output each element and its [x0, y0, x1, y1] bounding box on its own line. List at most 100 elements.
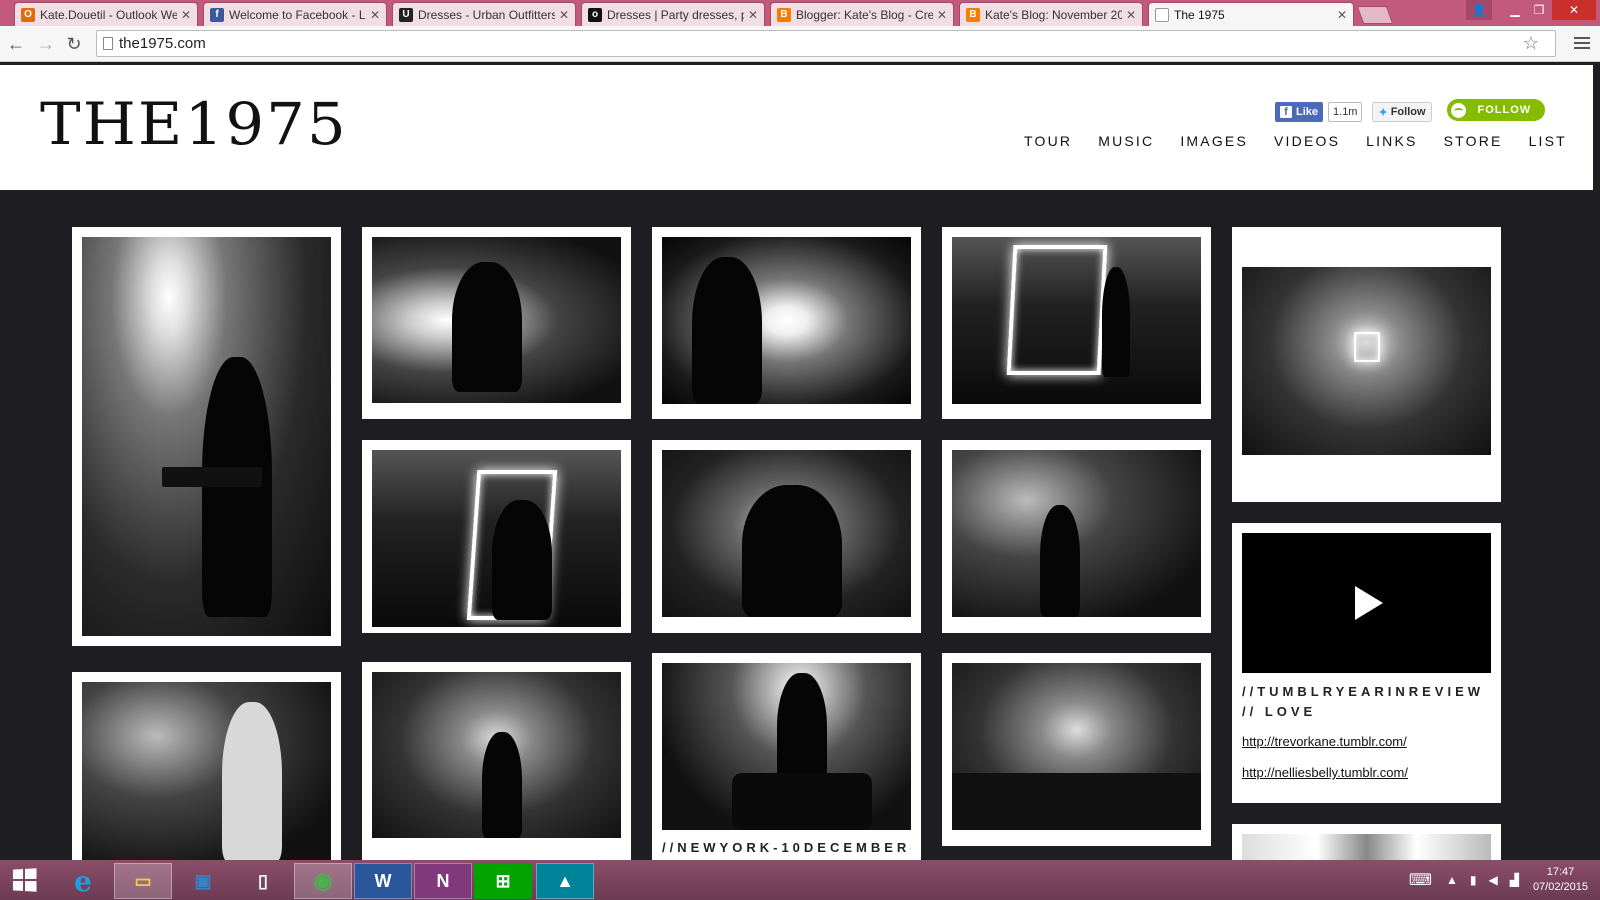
photo-post[interactable]: [652, 440, 921, 633]
photo-post[interactable]: [1232, 824, 1501, 860]
tab-outlook[interactable]: O Kate.Douetil - Outlook We ✕: [14, 2, 198, 26]
concert-photo[interactable]: [662, 663, 911, 830]
nav-music[interactable]: MUSIC: [1098, 133, 1154, 149]
user-icon[interactable]: 👤: [1466, 0, 1492, 20]
tab-title: Welcome to Facebook - Lo: [229, 7, 366, 22]
post-link-trevorkane[interactable]: http://trevorkane.tumblr.com/: [1242, 734, 1491, 749]
tab-title: Dresses | Party dresses, pro: [607, 7, 744, 22]
windows-taskbar: e ▭ ▣ ▯ ◉ W N ⊞ ▲ ⌨ ▲ ▮ ◀ ▟ 17:47 07/02/…: [0, 860, 1600, 900]
spotify-follow-button[interactable]: FOLLOW: [1446, 99, 1546, 121]
post-link-nelliesbelly[interactable]: http://nelliesbelly.tumblr.com/: [1242, 765, 1491, 780]
twitter-follow-button[interactable]: ✦ Follow: [1372, 102, 1432, 122]
nav-links[interactable]: LINKS: [1366, 133, 1417, 149]
concert-photo[interactable]: [82, 682, 331, 860]
url-text: the1975.com: [119, 35, 206, 52]
restore-button[interactable]: ❐: [1526, 0, 1552, 20]
tab-title: Dresses - Urban Outfitters: [418, 7, 555, 22]
concert-photo[interactable]: [952, 237, 1201, 404]
onenote-icon[interactable]: N: [414, 863, 472, 899]
close-window-button[interactable]: ✕: [1552, 0, 1596, 20]
facebook-icon: f: [1280, 106, 1292, 118]
minimize-button[interactable]: ▁: [1502, 0, 1528, 20]
concert-photo[interactable]: [82, 237, 331, 636]
back-button[interactable]: ←: [4, 32, 28, 56]
nav-tour[interactable]: TOUR: [1024, 133, 1072, 149]
photo-post[interactable]: [72, 227, 341, 646]
close-icon[interactable]: ✕: [937, 8, 947, 22]
browser-toolbar: ← → ↻ the1975.com ☆: [0, 26, 1600, 62]
close-icon[interactable]: ✕: [181, 8, 191, 22]
asos-icon: o: [588, 7, 602, 22]
concert-photo[interactable]: [662, 237, 911, 404]
concert-photo[interactable]: [372, 237, 621, 403]
reload-button[interactable]: ↻: [62, 32, 86, 56]
close-icon[interactable]: ✕: [1337, 8, 1347, 22]
nav-list[interactable]: LIST: [1529, 133, 1567, 149]
tab-asos[interactable]: o Dresses | Party dresses, pro ✕: [581, 2, 765, 26]
volume-icon[interactable]: ◀: [1488, 873, 1497, 887]
site-logo[interactable]: THE1975: [40, 95, 348, 153]
video-post[interactable]: //TUMBLRYEARINREVIEW // LOVE http://trev…: [1232, 523, 1501, 803]
photo-post[interactable]: [362, 227, 631, 419]
arena-photo[interactable]: [1242, 267, 1491, 455]
photo-post[interactable]: [1232, 227, 1501, 502]
tab-the-1975[interactable]: The 1975 ✕: [1148, 2, 1354, 26]
tab-facebook[interactable]: f Welcome to Facebook - Lo ✕: [203, 2, 387, 26]
facebook-icon: f: [210, 7, 224, 22]
tab-title: The 1975: [1174, 7, 1225, 22]
photo-gallery: //NEWYORK-10DECEMBER-T //TUMBLRYEARINREV…: [0, 190, 1593, 860]
blogger-icon: B: [777, 7, 791, 22]
photo-post[interactable]: [362, 440, 631, 633]
photo-post[interactable]: [942, 227, 1211, 419]
tab-title: Kate.Douetil - Outlook We: [40, 7, 177, 22]
windows-start-icon[interactable]: [12, 868, 37, 892]
close-icon[interactable]: ✕: [559, 8, 569, 22]
nav-store[interactable]: STORE: [1444, 133, 1503, 149]
photo-post[interactable]: [942, 653, 1211, 846]
close-icon[interactable]: ✕: [1126, 8, 1136, 22]
facebook-like-button[interactable]: f Like: [1275, 102, 1324, 122]
concert-photo[interactable]: [1242, 834, 1491, 860]
concert-photo[interactable]: [372, 450, 621, 627]
browser-menu-button[interactable]: [1572, 33, 1592, 53]
nav-videos[interactable]: VIDEOS: [1274, 133, 1340, 149]
bookmark-star-icon[interactable]: ☆: [1523, 33, 1539, 54]
close-icon[interactable]: ✕: [748, 8, 758, 22]
tab-title: Blogger: Kate's Blog - Crea: [796, 7, 933, 22]
nav-images[interactable]: IMAGES: [1180, 133, 1248, 149]
outlook-icon: O: [21, 7, 35, 22]
word-icon[interactable]: W: [354, 863, 412, 899]
show-hidden-icons-icon[interactable]: ▲: [1446, 873, 1458, 887]
close-icon[interactable]: ✕: [370, 8, 380, 22]
internet-explorer-icon[interactable]: e: [54, 863, 112, 899]
tab-kates-blog[interactable]: B Kate's Blog: November 20 ✕: [959, 2, 1143, 26]
wifi-icon[interactable]: ▟: [1510, 873, 1519, 887]
concert-photo[interactable]: [952, 663, 1201, 830]
photo-post[interactable]: [652, 227, 921, 419]
photo-post[interactable]: [942, 440, 1211, 633]
forward-button[interactable]: →: [34, 32, 58, 56]
photos-icon[interactable]: ▲: [536, 863, 594, 899]
blank-document-icon[interactable]: ▯: [234, 863, 292, 899]
photo-post[interactable]: [72, 672, 341, 860]
video-player[interactable]: [1242, 533, 1491, 673]
new-tab-button[interactable]: [1356, 6, 1394, 24]
store-icon[interactable]: ⊞: [474, 863, 532, 899]
tab-urban-outfitters[interactable]: U Dresses - Urban Outfitters ✕: [392, 2, 576, 26]
play-icon[interactable]: [1354, 586, 1383, 620]
concert-photo[interactable]: [662, 450, 911, 617]
browser-tab-strip: O Kate.Douetil - Outlook We ✕ f Welcome …: [0, 0, 1600, 26]
power-icon[interactable]: ▮: [1470, 873, 1477, 887]
file-explorer-icon[interactable]: ▭: [114, 863, 172, 899]
concert-photo[interactable]: [952, 450, 1201, 617]
clock[interactable]: 17:47 07/02/2015: [1533, 865, 1588, 895]
concert-photo[interactable]: [372, 672, 621, 838]
page-icon: [103, 37, 113, 50]
lenovo-icon[interactable]: ▣: [174, 863, 232, 899]
photo-post[interactable]: [362, 662, 631, 860]
tab-blogger-create[interactable]: B Blogger: Kate's Blog - Crea ✕: [770, 2, 954, 26]
photo-post[interactable]: //NEWYORK-10DECEMBER-T: [652, 653, 921, 860]
chrome-icon[interactable]: ◉: [294, 863, 352, 899]
keyboard-icon[interactable]: ⌨: [1409, 870, 1432, 890]
address-bar[interactable]: the1975.com ☆: [96, 30, 1556, 57]
